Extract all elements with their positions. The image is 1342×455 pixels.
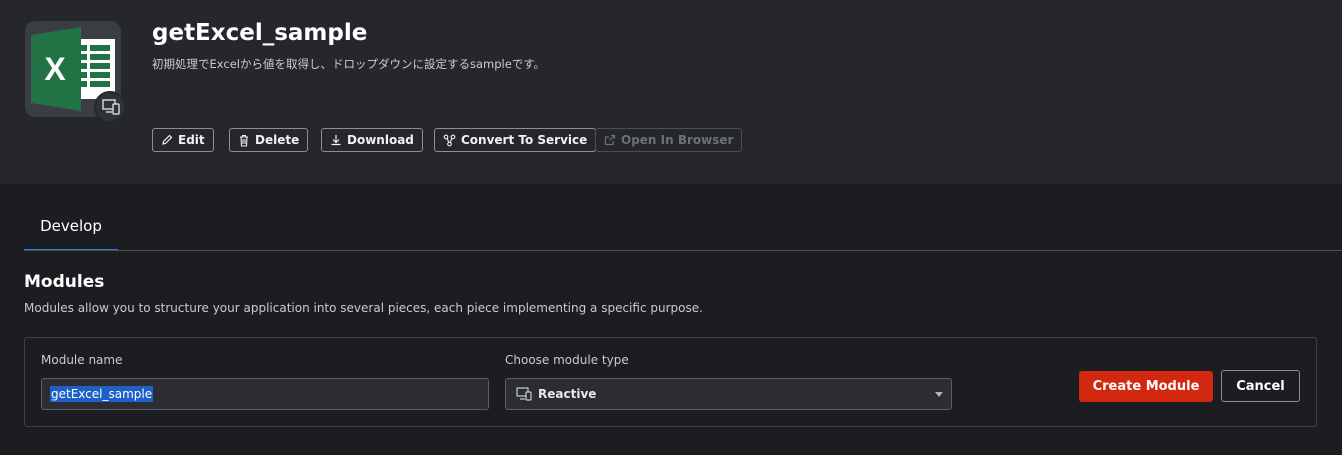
download-button-label: Download [347,133,414,147]
module-type-label: Choose module type [505,353,629,367]
open-in-browser-label: Open In Browser [621,133,734,147]
chevron-down-icon [935,392,943,397]
edit-button-label: Edit [178,133,205,147]
pencil-icon [162,134,173,145]
external-link-icon [604,134,616,146]
tab-develop[interactable]: Develop [24,203,118,251]
tab-divider [24,250,1342,251]
edit-button[interactable]: Edit [152,128,214,152]
network-icon [443,134,456,146]
module-name-label: Module name [41,353,123,367]
delete-button[interactable]: Delete [229,128,309,152]
delete-button-label: Delete [255,133,300,147]
app-description: 初期処理でExcelから値を取得し、ドロップダウンに設定するsampleです。 [152,57,546,71]
trash-icon [240,134,248,147]
page-title: getExcel_sample [152,20,368,46]
download-icon [331,135,341,146]
create-module-button[interactable]: Create Module [1079,371,1213,402]
download-button[interactable]: Download [321,128,423,152]
module-type-value: Reactive [538,387,597,401]
modules-title: Modules [24,272,105,292]
module-name-value: getExcel_sample [50,386,154,402]
modules-description: Modules allow you to structure your appl… [24,301,703,315]
module-name-input[interactable]: getExcel_sample [41,378,489,410]
tab-develop-label: Develop [40,217,102,235]
svg-text:X: X [44,51,66,87]
app-header: X getExcel_sample 初期処理でExcelから値を取得し、ドロップ… [0,0,1342,184]
convert-button-label: Convert To Service [461,133,588,147]
convert-to-service-button[interactable]: Convert To Service [434,128,597,152]
cancel-button[interactable]: Cancel [1221,370,1300,402]
monitor-device-icon [94,91,126,123]
monitor-device-icon [516,387,532,401]
module-type-select[interactable]: Reactive [505,378,952,410]
open-in-browser-button[interactable]: Open In Browser [595,128,743,152]
